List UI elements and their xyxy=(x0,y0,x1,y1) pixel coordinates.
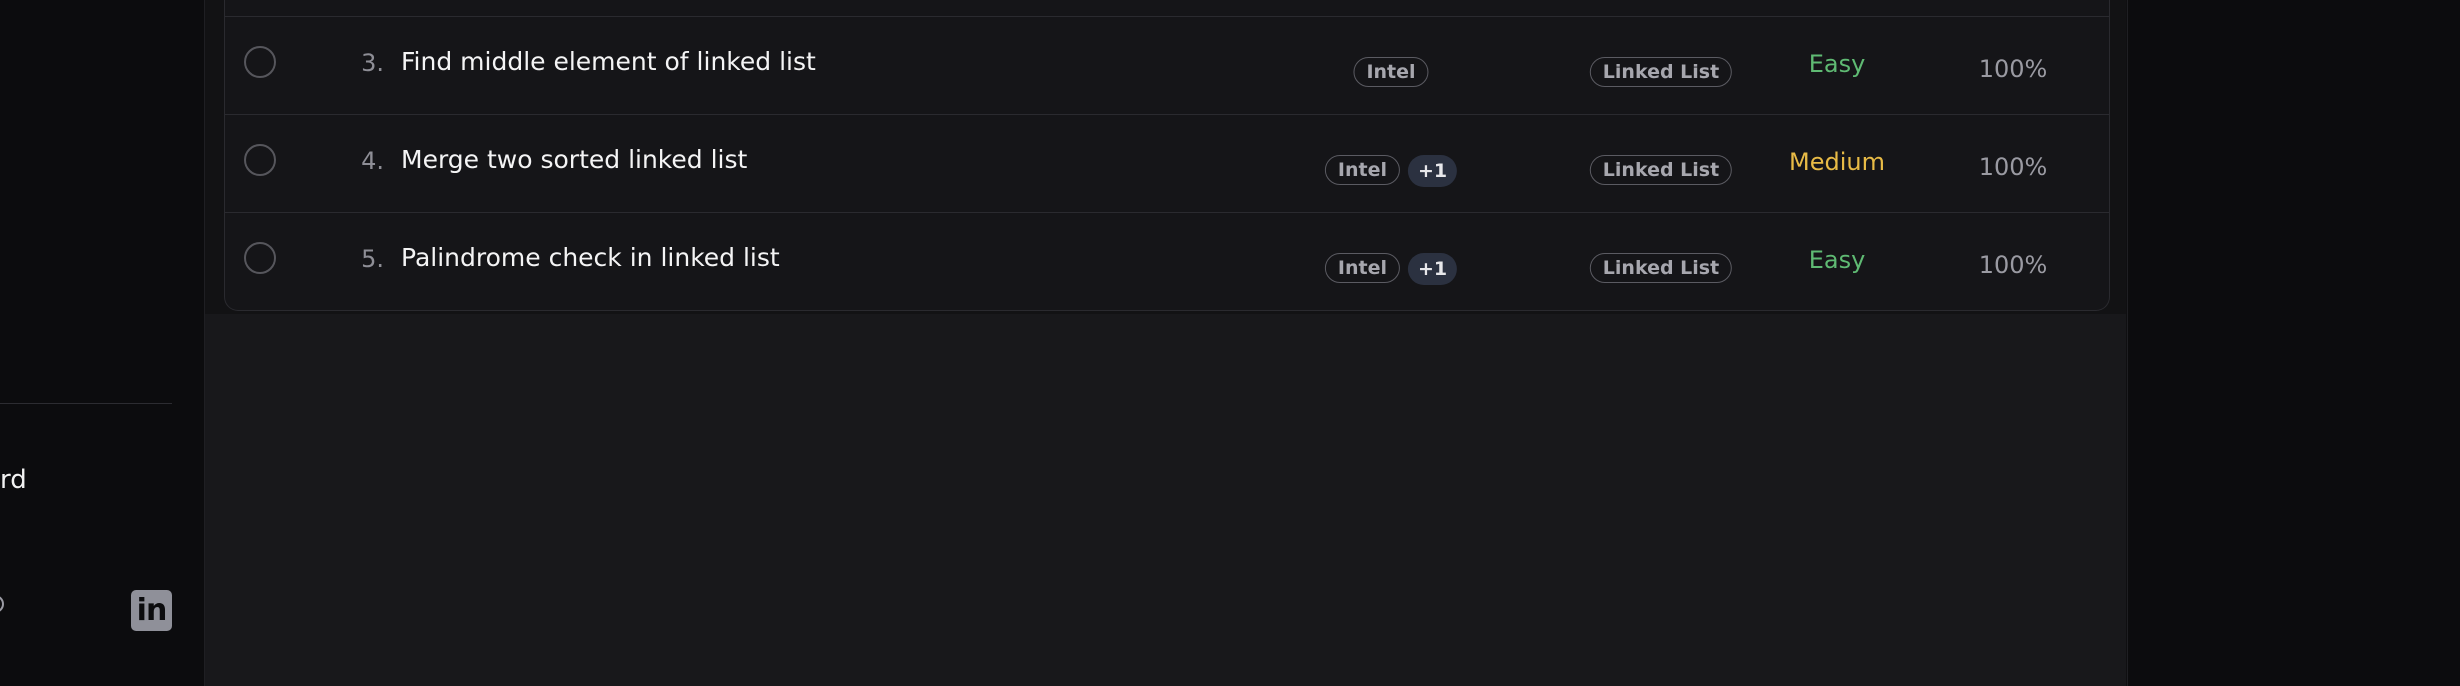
company-tag[interactable]: Intel xyxy=(1324,253,1400,283)
status-circle-icon[interactable] xyxy=(244,46,276,78)
table-row[interactable]: 4. Merge two sorted linked list Intel +1… xyxy=(225,114,2109,212)
partial-circle-icon[interactable] xyxy=(0,595,4,613)
right-pane xyxy=(2127,0,2460,686)
sidebar-divider xyxy=(0,403,172,404)
problem-table: 3. Find middle element of linked list In… xyxy=(224,0,2110,311)
acceptance-rate: 100% xyxy=(1978,153,2048,181)
company-tag[interactable]: Intel xyxy=(1353,57,1429,87)
acceptance-rate: 100% xyxy=(1978,251,2048,279)
difficulty-label: Easy xyxy=(1808,50,1866,78)
more-companies-badge[interactable]: +1 xyxy=(1407,253,1458,285)
problem-number: 4. xyxy=(361,147,384,175)
topic-tag[interactable]: Linked List xyxy=(1589,253,1733,283)
sidebar: rd in xyxy=(0,0,205,686)
problem-title[interactable]: Palindrome check in linked list xyxy=(401,241,780,275)
difficulty-label: Medium xyxy=(1789,148,1885,176)
problem-title[interactable]: Find middle element of linked list xyxy=(401,45,816,79)
difficulty-label: Easy xyxy=(1808,246,1866,274)
problem-title[interactable]: Merge two sorted linked list xyxy=(401,143,747,177)
topic-tag[interactable]: Linked List xyxy=(1589,57,1733,87)
problem-number: 5. xyxy=(361,245,384,273)
company-tag[interactable]: Intel xyxy=(1324,155,1400,185)
sidebar-item-label[interactable]: rd xyxy=(0,462,27,498)
status-circle-icon[interactable] xyxy=(244,144,276,176)
acceptance-rate: 100% xyxy=(1978,55,2048,83)
table-row[interactable]: 3. Find middle element of linked list In… xyxy=(225,16,2109,114)
problem-number: 3. xyxy=(361,49,384,77)
table-row[interactable]: 5. Palindrome check in linked list Intel… xyxy=(225,212,2109,310)
status-circle-icon[interactable] xyxy=(244,242,276,274)
linkedin-icon[interactable]: in xyxy=(131,590,172,631)
topic-tag[interactable]: Linked List xyxy=(1589,155,1733,185)
more-companies-badge[interactable]: +1 xyxy=(1407,155,1458,187)
